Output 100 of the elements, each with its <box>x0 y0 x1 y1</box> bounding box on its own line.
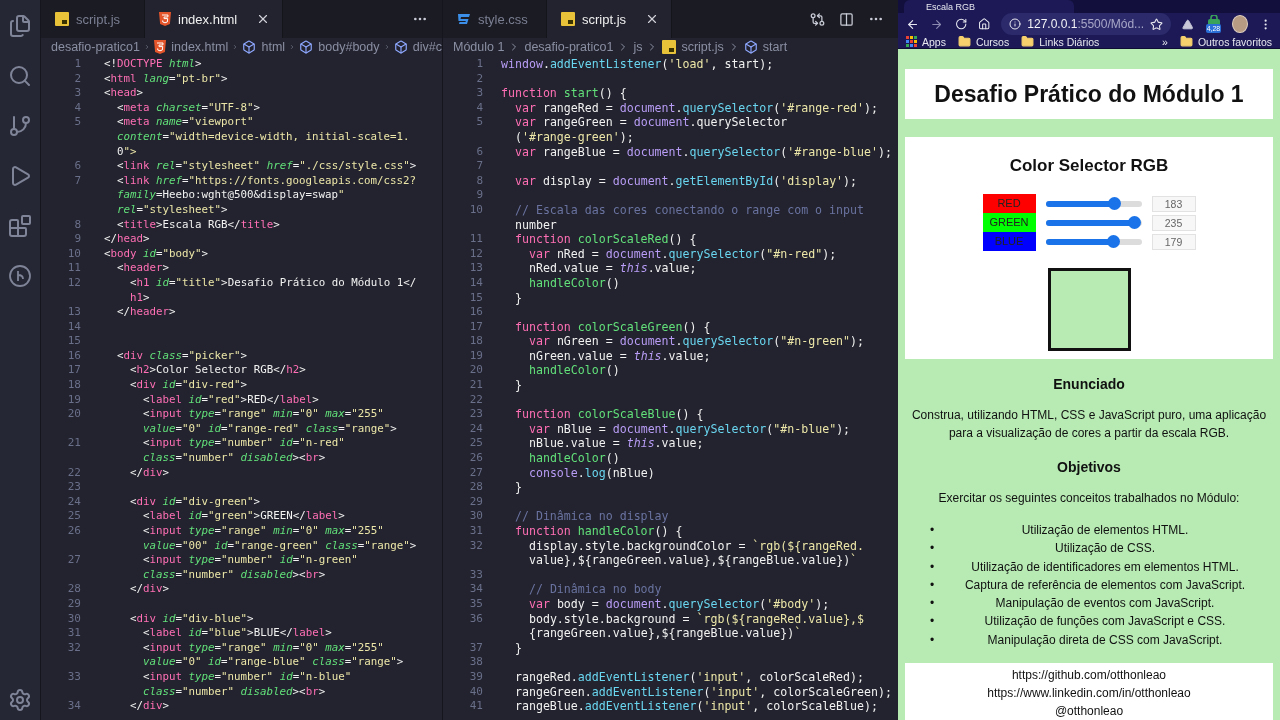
breadcrumb-item[interactable]: desafio-pratico1 <box>524 40 614 54</box>
line-number: 29 <box>66 596 81 612</box>
triangle-icon[interactable] <box>1182 17 1194 31</box>
info-icon[interactable] <box>1009 18 1022 30</box>
line-number: 33 <box>468 567 483 583</box>
line-number: 13 <box>468 261 483 276</box>
code-line: number <box>513 217 557 233</box>
line-number: 27 <box>468 465 483 481</box>
branch-circle-icon[interactable] <box>8 264 32 288</box>
address-bar[interactable]: 127.0.0.1:5500/Mód... <box>1001 13 1172 35</box>
avatar[interactable] <box>1231 15 1248 33</box>
line-number: 4 <box>73 100 81 116</box>
breadcrumb-item[interactable]: div#c <box>412 40 442 54</box>
slider-thumb[interactable] <box>1128 215 1141 229</box>
line-number: 6 <box>73 159 81 174</box>
page-title: Desafio Prático do Módulo 1 <box>934 80 1244 108</box>
line-number: 9 <box>73 232 81 247</box>
line-number: 3 <box>73 86 81 101</box>
code-line: class="number" disabled><br> <box>142 684 326 700</box>
code-line: value},${rangeGreen.value},${rangeBlue.value})` <box>527 553 858 568</box>
range-slider[interactable] <box>1045 200 1142 207</box>
breadcrumb-item[interactable]: Módulo 1 <box>453 40 505 54</box>
compare-icon[interactable] <box>810 11 825 27</box>
editor-tab[interactable]: script.js <box>547 0 673 38</box>
goal-item: Utilização de identificadores em elementos HTML. <box>971 559 1239 574</box>
line-number: 14 <box>66 319 81 335</box>
line-number: 39 <box>468 669 483 685</box>
code-line: var display = document.getElementById('display'); <box>513 173 858 189</box>
editor-tab[interactable]: index.html <box>145 0 284 38</box>
breadcrumb-item[interactable]: script.js <box>681 40 724 54</box>
goal-item: Manipulação de eventos com JavaScript. <box>995 596 1215 611</box>
code-line: nBlue.value = this.value; <box>527 436 704 452</box>
search-icon[interactable] <box>8 64 32 88</box>
footer-link[interactable]: https://github.com/otthonleao <box>1011 666 1167 685</box>
code-line: </div> <box>129 699 170 714</box>
line-number: 34 <box>468 582 483 597</box>
line-number: 40 <box>468 684 483 700</box>
code-line: value="00" id="range-green" class="range"> <box>142 538 417 554</box>
line-number: 16 <box>468 305 483 320</box>
range-slider[interactable] <box>1045 238 1142 245</box>
line-number: 11 <box>468 232 483 247</box>
code-line: <label id="blue">BLUE</label> <box>142 626 332 641</box>
extensions-icon[interactable] <box>8 214 32 238</box>
breadcrumb-item[interactable]: html <box>261 40 286 54</box>
apps-grid-icon[interactable] <box>906 36 917 47</box>
bookmark-item[interactable]: Outros favoritos <box>1197 35 1272 48</box>
code-line: // Dinâmica no display <box>513 509 669 524</box>
bullet: • <box>928 522 936 539</box>
breadcrumb-item[interactable]: desafio-pratico1 <box>51 40 140 54</box>
line-number: 19 <box>66 392 81 408</box>
slider-thumb[interactable] <box>1106 234 1120 248</box>
line-number: 41 <box>468 699 483 714</box>
bookmark-item[interactable]: Links Diários <box>1039 35 1100 48</box>
code-line: var rangeBlue = document.querySelector('#range-blue'); <box>513 144 892 160</box>
browser-tab[interactable]: Escala RGB <box>904 0 1074 13</box>
html-file-icon <box>159 12 171 26</box>
footer-link[interactable]: https://www.linkedin.com/in/otthonleao <box>987 684 1191 703</box>
bookmark-item[interactable]: Apps <box>922 35 946 48</box>
line-number: 5 <box>73 115 81 130</box>
bullet: • <box>928 558 936 576</box>
source-control-icon[interactable] <box>8 114 32 138</box>
home-icon[interactable] <box>977 17 991 31</box>
code-line: <div id="div-green"> <box>129 494 261 510</box>
code-line: <meta name="viewport" <box>116 115 254 130</box>
slider-thumb[interactable] <box>1108 196 1122 210</box>
code-line: rangeBlue.addEventListener('input', colorScaleBlue); <box>513 699 878 714</box>
breadcrumb-item[interactable]: body#body <box>318 40 380 54</box>
line-number: 15 <box>468 290 483 306</box>
code-line: ('#range-green'); <box>513 129 634 145</box>
code-line: } <box>513 640 522 656</box>
code-line: h1> <box>129 290 150 306</box>
goal-item: Utilização de CSS. <box>1054 541 1155 556</box>
code-line: console.log(nBlue) <box>527 465 655 481</box>
breadcrumb-item[interactable]: js <box>633 40 643 54</box>
reload-icon[interactable] <box>954 17 967 31</box>
bookmark-item[interactable]: » <box>1162 35 1168 48</box>
code-line: <div class="picker"> <box>116 348 248 364</box>
settings-icon[interactable] <box>8 688 32 712</box>
bookmark-star-icon[interactable] <box>1150 17 1164 31</box>
line-number: 5 <box>475 115 483 130</box>
code-line: var nRed = document.querySelector("#n-red"); <box>527 246 837 262</box>
line-number: 21 <box>468 378 483 393</box>
picker-heading: Color Selector RGB <box>1009 156 1169 176</box>
code-line: <div id="div-red"> <box>129 378 248 393</box>
js-file-icon <box>561 12 575 26</box>
breadcrumb-item[interactable]: start <box>762 40 788 54</box>
line-number: 31 <box>66 626 81 641</box>
footer-link[interactable]: @otthonleao <box>1054 702 1124 720</box>
bookmark-item[interactable]: Cursos <box>975 35 1010 48</box>
line-number: 19 <box>468 348 483 364</box>
code-line: value="0" id="range-red" class="range"> <box>142 421 397 437</box>
section-heading: Objetivos <box>1057 459 1121 475</box>
code-line: var rangeRed = document.querySelector('#range-red'); <box>513 100 878 116</box>
code-line: } <box>513 480 522 495</box>
files-icon[interactable] <box>8 14 32 38</box>
breadcrumb-item[interactable]: index.html <box>171 40 229 54</box>
code-line: content="width=device-width, initial-scale=1. <box>116 129 410 145</box>
code-line: handleColor() <box>527 363 620 379</box>
split-editor-icon[interactable] <box>839 11 854 27</box>
line-number: 1 <box>73 57 81 72</box>
